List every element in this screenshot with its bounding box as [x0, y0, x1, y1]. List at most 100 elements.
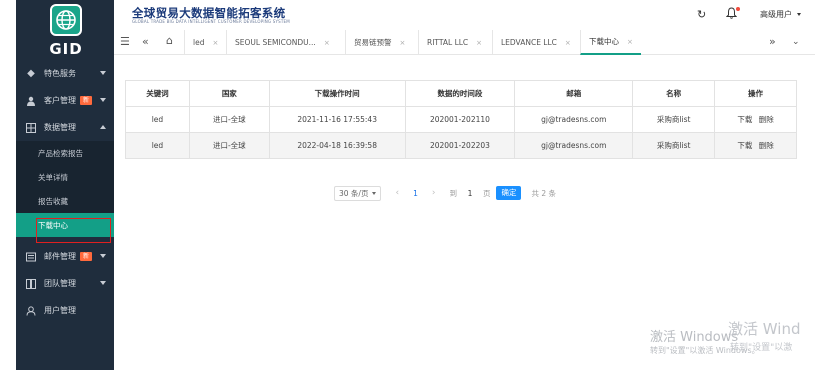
sidebar-item-features[interactable]: ◆ 特色服务	[16, 60, 114, 87]
close-icon[interactable]: ×	[476, 39, 482, 47]
main-content: 关键词 国家 下载操作时间 数据的时间段 邮箱 名称 操作 led 进口-全球 …	[114, 55, 815, 370]
windows-watermark: 激活 Windows	[650, 330, 739, 345]
download-table: 关键词 国家 下载操作时间 数据的时间段 邮箱 名称 操作 led 进口-全球 …	[125, 80, 797, 159]
close-icon[interactable]: ×	[565, 39, 571, 47]
cell-period: 202001-202203	[404, 132, 516, 159]
refresh-icon[interactable]: ↻	[697, 8, 706, 21]
sidebar-item-label: 用户管理	[44, 306, 76, 315]
chevron-down-icon	[100, 71, 106, 75]
cell-country: 进口-全球	[188, 132, 270, 159]
app-root: GID ◆ 特色服务 客户管理 新 数据管理 产品检索报告 关单详情 报告收藏 …	[0, 0, 815, 370]
sidebar-item-customers[interactable]: 客户管理 新	[16, 87, 114, 114]
sidebar-subitem-download-center[interactable]: 下载中心	[16, 213, 114, 237]
column-header: 下载操作时间	[268, 80, 406, 107]
page-number[interactable]: 1	[413, 189, 418, 198]
chevron-down-icon	[372, 191, 377, 195]
user-menu[interactable]: 高级用户	[760, 9, 801, 20]
user-menu-label: 高级用户	[760, 10, 792, 19]
globe-icon	[50, 4, 82, 36]
goto-page-input[interactable]: 1	[463, 189, 477, 198]
cell-country: 进口-全球	[188, 106, 270, 133]
sidebar-item-team[interactable]: 团队管理	[16, 270, 114, 297]
tab-label: led	[193, 38, 205, 47]
user-icon	[24, 304, 38, 318]
sidebar-item-mail[interactable]: 邮件管理 新	[16, 243, 114, 270]
cell-keyword: led	[125, 106, 190, 133]
brand-text: GID	[49, 40, 83, 58]
sidebar-subitem-customs-detail[interactable]: 关单详情	[16, 165, 114, 189]
close-icon[interactable]: ×	[212, 39, 218, 47]
delete-link[interactable]: 删除	[759, 141, 774, 150]
close-icon[interactable]: ×	[627, 38, 633, 46]
tab-trade-alert[interactable]: 贸易链预警 ×	[345, 30, 413, 55]
cell-email: gj@tradesns.com	[514, 132, 634, 159]
page-size-label: 30 条/页	[339, 188, 369, 198]
app-logo[interactable]: GID	[46, 4, 86, 58]
person-icon	[24, 94, 38, 108]
chevron-up-icon	[100, 125, 106, 129]
next-page-icon[interactable]: ›	[432, 188, 436, 198]
menu-toggle-icon[interactable]: ☰	[120, 35, 130, 48]
windows-watermark-back: 激活 Wind	[728, 320, 801, 338]
cell-period: 202001-202110	[404, 106, 516, 133]
scroll-left-icon[interactable]: «	[142, 35, 149, 48]
download-link[interactable]: 下载	[737, 115, 752, 124]
cell-name: 采购商list	[632, 132, 716, 159]
tab-led[interactable]: led ×	[184, 30, 226, 55]
prev-page-icon[interactable]: ‹	[395, 188, 399, 198]
page-size-select[interactable]: 30 条/页	[334, 185, 382, 201]
cell-download-time: 2022-04-18 16:39:58	[268, 132, 406, 159]
cell-email: gj@tradesns.com	[514, 106, 634, 133]
delete-link[interactable]: 删除	[759, 115, 774, 124]
bell-icon[interactable]	[725, 7, 740, 21]
chevron-down-icon	[100, 254, 106, 258]
chevron-down-icon	[796, 13, 801, 16]
column-header: 关键词	[125, 80, 190, 107]
sidebar-item-label: 邮件管理	[44, 252, 76, 261]
cell-actions: 下载 删除	[714, 106, 797, 133]
team-icon	[24, 277, 38, 291]
tab-download-center[interactable]: 下载中心 ×	[580, 30, 641, 55]
column-header: 邮箱	[514, 80, 634, 107]
page-word: 页	[482, 188, 491, 198]
app-subtitle: GLOBAL TRADE BIG DATA INTELLIGENT CUSTOM…	[132, 19, 290, 24]
pagination: 30 条/页 ‹ 1 › 到 1 页 确定 共 2 条	[334, 185, 556, 201]
sidebar-item-label: 客户管理	[44, 96, 76, 105]
tab-label: 下载中心	[589, 37, 619, 46]
scroll-right-icon[interactable]: »	[769, 35, 776, 48]
windows-watermark-sub: 转到"设置"以激活 Windows。	[650, 346, 760, 355]
home-icon[interactable]: ⌂	[166, 34, 173, 47]
sidebar-item-label: 数据管理	[44, 123, 76, 132]
column-header: 名称	[632, 80, 716, 107]
cell-name: 采购商list	[632, 106, 716, 133]
tab-label: 贸易链预警	[354, 38, 392, 47]
close-icon[interactable]: ×	[400, 39, 406, 47]
tab-rittal-llc[interactable]: RITTAL LLC ×	[418, 30, 490, 55]
chevron-down-icon	[100, 98, 106, 102]
confirm-button[interactable]: 确定	[496, 186, 522, 200]
download-link[interactable]: 下载	[737, 141, 752, 150]
table-header-row: 关键词 国家 下载操作时间 数据的时间段 邮箱 名称 操作	[125, 80, 797, 107]
column-header: 数据的时间段	[404, 80, 516, 107]
chevron-down-icon[interactable]: ⌄	[792, 37, 800, 47]
sidebar: GID ◆ 特色服务 客户管理 新 数据管理 产品检索报告 关单详情 报告收藏 …	[16, 0, 114, 370]
cell-keyword: led	[125, 132, 190, 159]
tab-ledvance-llc[interactable]: LEDVANCE LLC ×	[492, 30, 579, 55]
close-icon[interactable]: ×	[324, 39, 330, 47]
grid-icon	[24, 121, 38, 135]
tab-seoul-semiconductor[interactable]: SEOUL SEMICONDU... ×	[226, 30, 338, 55]
total-count: 共 2 条	[531, 188, 557, 198]
sidebar-item-label: 特色服务	[44, 69, 76, 78]
new-badge: 新	[80, 252, 93, 261]
sidebar-item-label: 团队管理	[44, 279, 76, 288]
diamond-icon: ◆	[27, 68, 35, 79]
sidebar-subitem-report-favorites[interactable]: 报告收藏	[16, 189, 114, 213]
notification-dot	[736, 7, 740, 11]
sidebar-item-data[interactable]: 数据管理	[16, 114, 114, 141]
column-header: 操作	[714, 80, 797, 107]
sidebar-subitem-product-report[interactable]: 产品检索报告	[16, 141, 114, 165]
sidebar-item-users[interactable]: 用户管理	[16, 297, 114, 324]
new-badge: 新	[80, 96, 93, 105]
mail-icon	[24, 250, 38, 264]
cell-download-time: 2021-11-16 17:55:43	[268, 106, 406, 133]
